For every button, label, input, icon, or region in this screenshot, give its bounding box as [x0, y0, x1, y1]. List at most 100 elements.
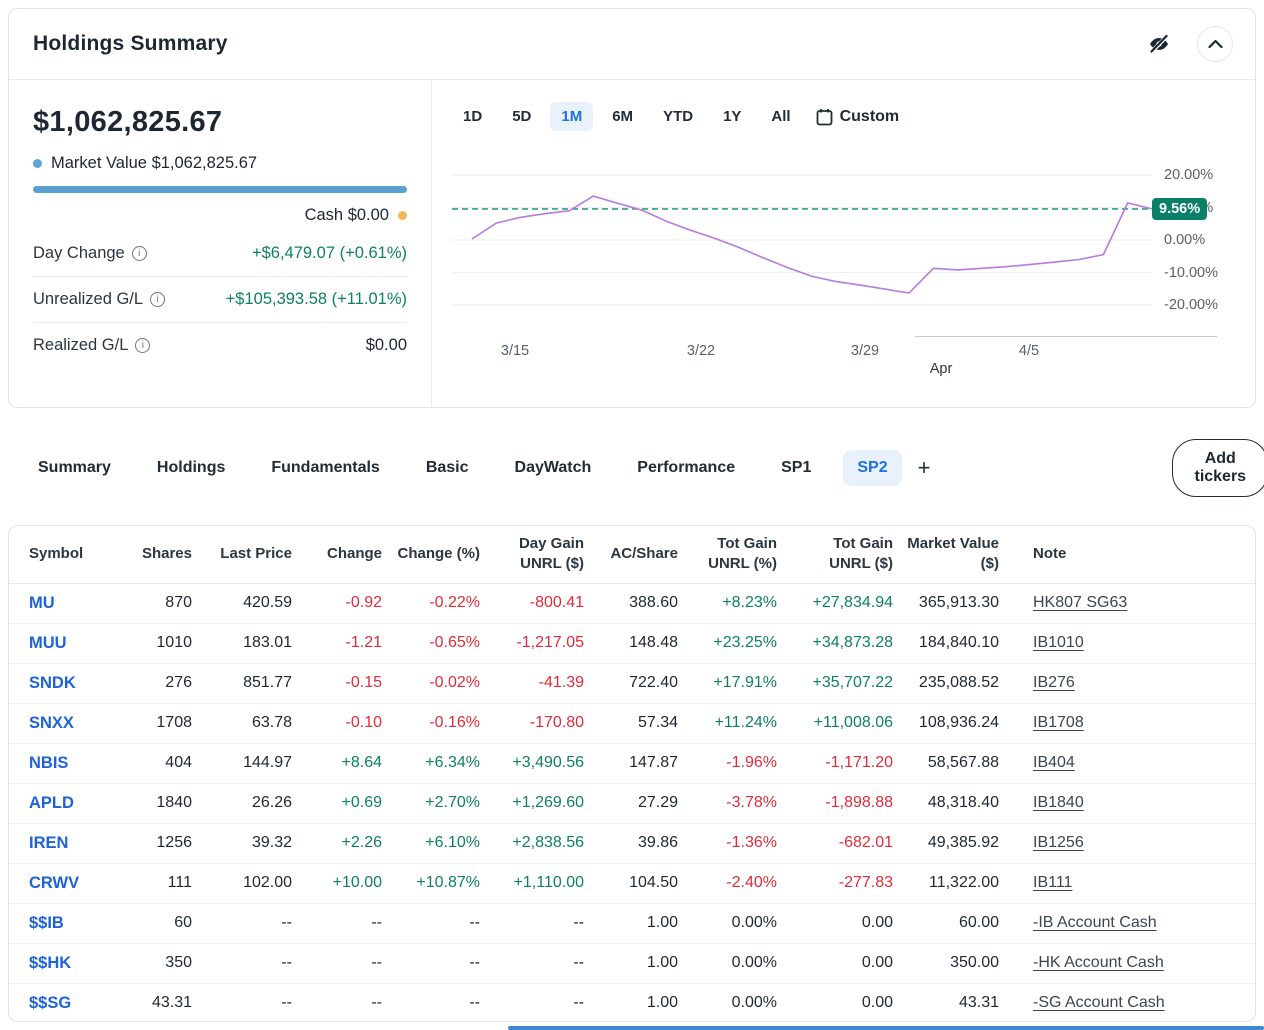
symbol-link[interactable]: NBIS — [29, 754, 68, 772]
cell-note: IB1010 — [1003, 623, 1255, 664]
cell-day_gain: -800.41 — [484, 583, 588, 624]
cell-change: -- — [371, 994, 382, 1012]
range-tab-1d[interactable]: 1D — [452, 102, 493, 131]
collapse-panel-button[interactable] — [1197, 26, 1233, 62]
month-axis-label: Apr — [929, 361, 953, 377]
column-header-last_price[interactable]: Last Price — [196, 526, 296, 584]
range-tab-5d[interactable]: 5D — [501, 102, 542, 131]
cell-market_value: 184,840.10 — [897, 623, 1003, 664]
note-link[interactable]: IB1708 — [1033, 714, 1084, 731]
symbol-link[interactable]: SNXX — [29, 714, 74, 732]
cell-note: -IB Account Cash — [1003, 903, 1255, 944]
cell-note: IB1708 — [1003, 703, 1255, 744]
cell-tot_gain_pct: -3.78% — [682, 783, 781, 824]
cell-ac_share: 147.87 — [588, 743, 682, 784]
column-header-tot_gain[interactable]: Tot Gain UNRL ($) — [781, 526, 897, 584]
add-tab-button[interactable]: + — [906, 453, 943, 483]
tab-sp2[interactable]: SP2 — [843, 450, 902, 486]
note-link[interactable]: -SG Account Cash — [1033, 994, 1165, 1011]
cell-shares: 1840 — [124, 783, 196, 824]
note-link[interactable]: HK807 SG63 — [1033, 594, 1127, 611]
holdings-table-card: Symbol Shares Last Price Change Change (%) Da… — [8, 525, 1256, 1022]
cell-symbol: APLD — [9, 783, 124, 824]
table-row: $$SG 43.31 -- -- -- -- 1.00 0.00% 0.00 43.31 -SG A… — [9, 983, 1255, 1021]
cell-symbol: SNXX — [9, 703, 124, 744]
cell-note: -SG Account Cash — [1003, 983, 1255, 1021]
table-row: MUU 1010 183.01 -1.21 -0.65% -1,217.05 148.48 +… — [9, 623, 1255, 664]
column-header-tot_gain_pct[interactable]: Tot Gain UNRL (%) — [682, 526, 781, 584]
tab-daywatch[interactable]: DayWatch — [501, 450, 606, 486]
cell-shares: 111 — [124, 863, 196, 904]
note-link[interactable]: IB1256 — [1033, 834, 1084, 851]
column-header-symbol[interactable]: Symbol — [9, 526, 124, 584]
symbol-link[interactable]: $$IB — [29, 914, 64, 932]
note-link[interactable]: IB1840 — [1033, 794, 1084, 811]
note-link[interactable]: IB111 — [1033, 874, 1072, 891]
note-link[interactable]: IB404 — [1033, 754, 1075, 771]
tab-basic[interactable]: Basic — [412, 450, 483, 486]
range-tab-ytd[interactable]: YTD — [652, 102, 704, 131]
info-icon[interactable]: i — [150, 292, 166, 307]
tab-performance[interactable]: Performance — [623, 450, 749, 486]
symbol-link[interactable]: CRWV — [29, 874, 79, 892]
hide-values-eye-slash-icon[interactable] — [1147, 32, 1171, 56]
note-link[interactable]: IB276 — [1033, 674, 1075, 691]
cell-change_pct: +2.70% — [386, 783, 484, 824]
info-icon[interactable]: i — [135, 338, 151, 353]
cell-market_value: 48,318.40 — [897, 783, 1003, 824]
cell-market_value: 60.00 — [897, 903, 1003, 944]
note-link[interactable]: -IB Account Cash — [1033, 914, 1157, 931]
table-row: $$HK 350 -- -- -- -- 1.00 0.00% 0.00 350.00 -HK Ac… — [9, 943, 1255, 984]
table-row: $$IB 60 -- -- -- -- 1.00 0.00% 0.00 60.00 -IB Acco… — [9, 903, 1255, 944]
cell-ac_share: 1.00 — [588, 903, 682, 944]
range-tab-6m[interactable]: 6M — [601, 102, 644, 131]
symbol-link[interactable]: SNDK — [29, 674, 76, 692]
tab-summary[interactable]: Summary — [24, 450, 125, 486]
range-tabs: 1D 5D 1M 6M YTD 1Y All Custom — [452, 102, 1255, 131]
column-header-change_pct[interactable]: Change (%) — [386, 526, 484, 584]
range-tab-custom[interactable]: Custom — [816, 107, 900, 126]
range-tab-1m[interactable]: 1M — [550, 102, 594, 131]
horizontal-scrollbar[interactable] — [508, 1026, 1264, 1030]
y-axis-tick: 20.00% — [1164, 167, 1214, 183]
range-tab-1y[interactable]: 1Y — [712, 102, 752, 131]
table-row: APLD 1840 26.26 +0.69 +2.70% +1,269.60 27.29 -3… — [9, 783, 1255, 824]
custom-range-label: Custom — [839, 107, 900, 125]
cell-change: -0.10 — [296, 703, 386, 744]
symbol-link[interactable]: $$SG — [29, 994, 71, 1012]
cell-tot_gain_pct: -1.96% — [682, 743, 781, 784]
range-tab-all[interactable]: All — [760, 102, 801, 131]
cell-tot_gain_pct: +11.24% — [682, 703, 781, 744]
cell-change_pct: +10.87% — [386, 863, 484, 904]
column-header-day_gain[interactable]: Day Gain UNRL ($) — [484, 526, 588, 584]
cell-market_value: 350.00 — [897, 943, 1003, 984]
cell-market_value: 58,567.88 — [897, 743, 1003, 784]
note-link[interactable]: -HK Account Cash — [1033, 954, 1164, 971]
symbol-link[interactable]: IREN — [29, 834, 68, 852]
column-header-market_value[interactable]: Market Value ($) — [897, 526, 1003, 584]
tab-fundamentals[interactable]: Fundamentals — [257, 450, 393, 486]
info-icon[interactable]: i — [131, 246, 147, 261]
tab-holdings[interactable]: Holdings — [143, 450, 239, 486]
cell-market_value: 11,322.00 — [897, 863, 1003, 904]
symbol-link[interactable]: MUU — [29, 634, 67, 652]
tab-sp1[interactable]: SP1 — [767, 450, 825, 486]
cell-shares: 276 — [124, 663, 196, 704]
column-header-ac_share[interactable]: AC/Share — [588, 526, 682, 584]
column-header-note[interactable]: Note — [1003, 526, 1255, 584]
symbol-link[interactable]: APLD — [29, 794, 74, 812]
add-tickers-button[interactable]: Add tickers — [1172, 439, 1264, 497]
column-header-change[interactable]: Change — [296, 526, 386, 584]
cell-tot_gain_pct: +23.25% — [682, 623, 781, 664]
symbol-link[interactable]: MU — [29, 594, 55, 612]
symbol-link[interactable]: $$HK — [29, 954, 71, 972]
month-axis-line — [915, 336, 1217, 337]
cell-symbol: $$IB — [9, 903, 124, 944]
table-row: SNXX 1708 63.78 -0.10 -0.16% -170.80 57.34 +11.… — [9, 703, 1255, 744]
cell-tot_gain_pct: +8.23% — [682, 583, 781, 624]
cell-ac_share: 27.29 — [588, 783, 682, 824]
cell-day_gain: -- — [484, 903, 588, 944]
note-link[interactable]: IB1010 — [1033, 634, 1084, 651]
column-header-shares[interactable]: Shares — [124, 526, 196, 584]
cell-shares: 1708 — [124, 703, 196, 744]
